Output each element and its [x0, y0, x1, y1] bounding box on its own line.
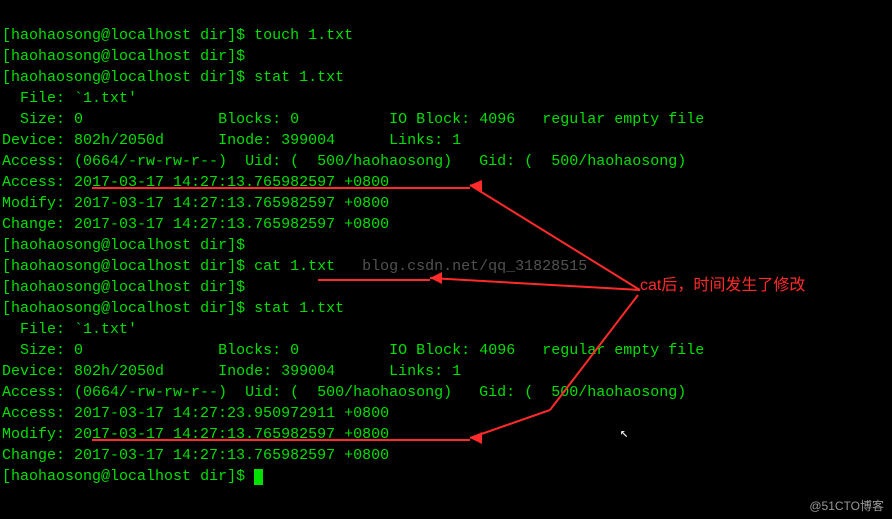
prompt: [haohaosong@localhost dir]$: [2, 300, 245, 317]
cursor[interactable]: [254, 469, 263, 485]
prompt: [haohaosong@localhost dir]$: [2, 69, 245, 86]
prompt: [haohaosong@localhost dir]$: [2, 237, 245, 254]
stat-file-name: `1.txt': [74, 90, 137, 107]
cmd-stat: stat 1.txt: [254, 69, 344, 86]
stat-file-label: File:: [20, 90, 65, 107]
prompt: [haohaosong@localhost dir]$: [2, 279, 245, 296]
annotation-text: cat后，时间发生了修改: [640, 275, 805, 297]
prompt: [haohaosong@localhost dir]$: [2, 468, 245, 485]
cmd-touch: touch 1.txt: [254, 27, 353, 44]
terminal-output: [haohaosong@localhost dir]$ touch 1.txt …: [0, 0, 892, 491]
watermark-center: blog.csdn.net/qq_31828515: [335, 258, 587, 275]
cmd-stat-2: stat 1.txt: [254, 300, 344, 317]
prompt: [haohaosong@localhost dir]$: [2, 27, 245, 44]
footer-watermark: @51CTO博客: [809, 498, 884, 515]
prompt: [haohaosong@localhost dir]$: [2, 48, 245, 65]
cmd-cat: cat 1.txt: [254, 258, 335, 275]
stat1-access: Access:: [2, 174, 65, 191]
stat2-access: Access:: [2, 405, 65, 422]
stat-size-label: Size:: [20, 111, 65, 128]
prompt: [haohaosong@localhost dir]$: [2, 258, 245, 275]
mouse-cursor-icon: ↖: [620, 425, 628, 445]
